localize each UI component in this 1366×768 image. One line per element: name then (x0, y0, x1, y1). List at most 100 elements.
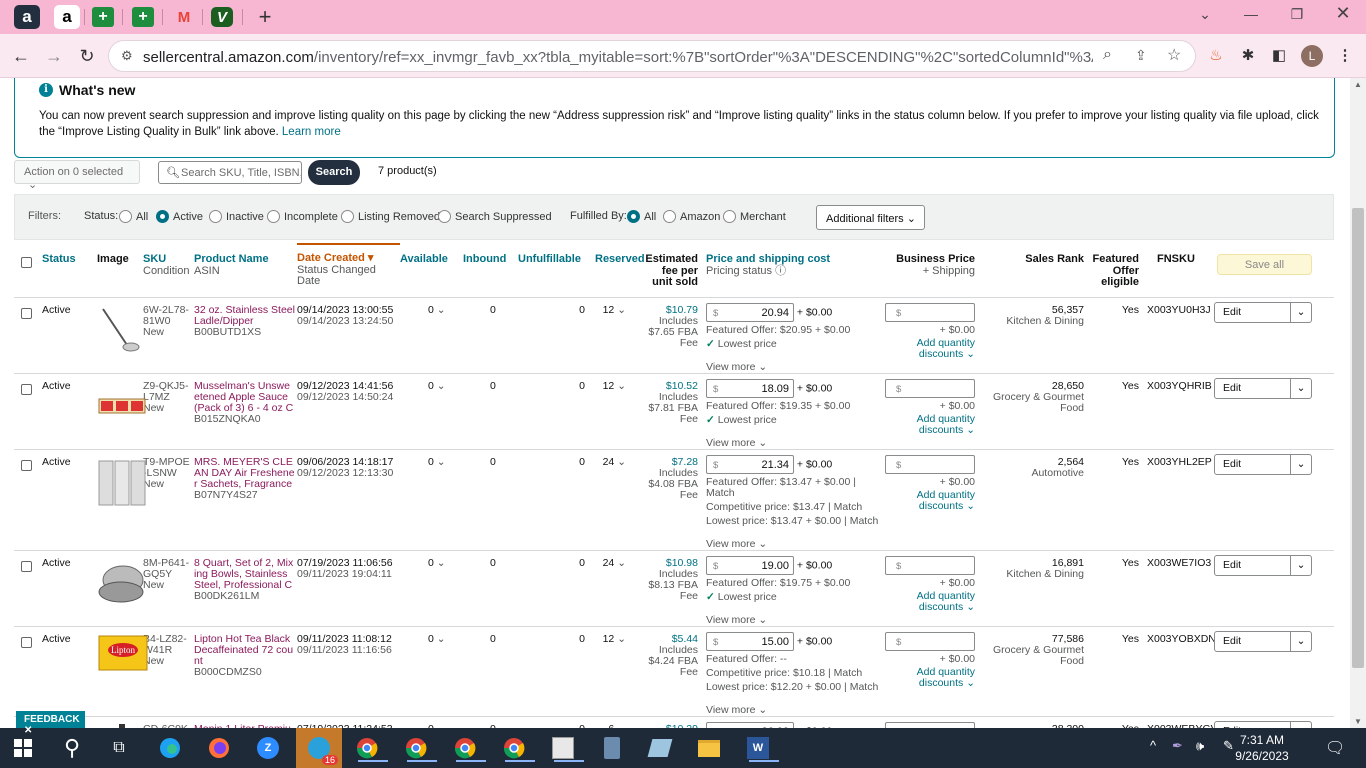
add-quantity-discounts-link[interactable]: Add quantity discounts ⌄ (881, 590, 975, 613)
chevron-down-icon[interactable]: ⌄ (437, 380, 446, 392)
telegram-icon[interactable]: 16 (296, 728, 342, 768)
close-icon[interactable]: ✕ (24, 725, 32, 736)
fulfilled-option-merchant[interactable]: Merchant (723, 210, 786, 223)
price-header[interactable]: Price and shipping cost Pricing status ⓘ (702, 244, 881, 297)
row-checkbox[interactable] (21, 636, 32, 648)
date-created-header[interactable]: Date Created ▾ Status Changed Date (297, 243, 400, 297)
status-option-search-suppressed[interactable]: Search Suppressed (438, 210, 552, 223)
save-all-button[interactable]: Save all (1217, 254, 1312, 275)
chrome-icon[interactable] (352, 734, 388, 762)
chevron-down-icon[interactable]: ⌄ (617, 380, 626, 392)
windows-start-icon[interactable] (8, 734, 38, 762)
fee-value[interactable]: $7.28 (640, 456, 698, 468)
chevron-down-icon[interactable]: ⌄ (437, 633, 446, 645)
status-option-all[interactable]: All (119, 210, 148, 223)
calculator-icon[interactable] (597, 734, 627, 762)
status-option-inactive[interactable]: Inactive (209, 210, 264, 223)
chrome-icon[interactable] (499, 734, 535, 762)
status-option-listing-removed[interactable]: Listing Removed (341, 210, 440, 223)
restore-icon[interactable]: ❐ (1282, 6, 1312, 26)
chevron-down-icon[interactable]: ⌄ (437, 456, 446, 468)
search-button[interactable]: Search (308, 160, 360, 185)
page-scrollbar[interactable]: ▲ ▼ (1350, 78, 1366, 728)
edit-button[interactable]: Edit (1215, 302, 1291, 322)
taskbar-clock[interactable]: 7:31 AM 9/26/2023 (1222, 732, 1302, 764)
feedback-button[interactable]: FEEDBACK ✕ (16, 711, 85, 736)
learn-more-link[interactable]: Learn more (282, 126, 341, 138)
air-freshener-image[interactable] (97, 457, 149, 507)
available-value[interactable]: 0 (428, 456, 434, 468)
view-more-link[interactable]: View more ⌄ (706, 704, 881, 716)
share-icon[interactable]: ⇪ (1135, 47, 1147, 64)
zoom-search-icon[interactable]: ⌕ (1103, 46, 1112, 64)
row-checkbox[interactable] (21, 459, 32, 471)
business-price-input[interactable]: $ (885, 555, 975, 575)
row-checkbox[interactable] (21, 383, 32, 395)
chevron-down-icon[interactable]: ⌄ (1291, 455, 1311, 474)
business-price-input[interactable]: $ (885, 631, 975, 651)
bulk-action-dropdown[interactable]: Action on 0 selected ⌄ (14, 160, 140, 191)
close-window-icon[interactable]: ✕ (1328, 3, 1358, 23)
search-input[interactable]: 🔍︎Search SKU, Title, ISBN, ASIN (158, 161, 302, 184)
price-input[interactable]: $20.94 (706, 302, 794, 322)
word-icon[interactable]: W (743, 734, 779, 762)
chevron-down-icon[interactable]: ⌄ (617, 304, 626, 316)
chevron-down-icon[interactable]: ⌄ (1291, 303, 1311, 322)
chevron-down-icon[interactable]: ⌄ (617, 557, 626, 569)
mixing-bowls-image[interactable] (97, 558, 149, 608)
tab-sheets-2[interactable]: + (132, 7, 154, 27)
available-value[interactable]: 0 (428, 557, 434, 569)
fee-value[interactable]: $10.79 (640, 304, 698, 316)
tab-amazon-1[interactable]: a (14, 5, 40, 29)
business-price-input[interactable]: $ (885, 302, 975, 322)
scroll-up-icon[interactable]: ▲ (1354, 80, 1362, 89)
scroll-down-icon[interactable]: ▼ (1354, 717, 1362, 726)
chevron-down-icon[interactable]: ⌄ (617, 633, 626, 645)
product-name-link[interactable]: 32 oz. Stainless Steel Ladle/Dipper (194, 305, 297, 327)
product-name-link[interactable]: Musselman's Unsweetened Apple Sauce (Pac… (194, 381, 297, 414)
extensions-puzzle-icon[interactable]: ✱ (1237, 45, 1259, 67)
price-input[interactable]: $19.00 (706, 555, 794, 575)
bookmark-star-icon[interactable]: ☆ (1167, 45, 1181, 65)
add-quantity-discounts-link[interactable]: Add quantity discounts ⌄ (881, 666, 975, 689)
select-all-checkbox[interactable] (21, 257, 32, 268)
minimize-icon[interactable]: — (1236, 6, 1266, 26)
fee-value[interactable]: $10.98 (640, 557, 698, 569)
tab-gmail[interactable]: M (171, 5, 197, 29)
available-value[interactable]: 0 (428, 633, 434, 645)
sales-rank-header[interactable]: Sales Rank (975, 244, 1088, 297)
sku-header[interactable]: SKU Condition (143, 244, 194, 297)
edit-button[interactable]: Edit (1215, 378, 1291, 398)
fulfilled-option-all[interactable]: All (627, 210, 656, 223)
available-header[interactable]: Available (400, 244, 455, 297)
chevron-down-icon[interactable]: ⌄ (437, 557, 446, 569)
address-bar[interactable]: ⚙ sellercentral.amazon.com/inventory/ref… (108, 40, 1196, 72)
product-name-link[interactable]: MRS. MEYER'S CLEAN DAY Air Freshener Sac… (194, 457, 297, 490)
new-tab-button[interactable]: + (252, 4, 278, 30)
add-quantity-discounts-link[interactable]: Add quantity discounts ⌄ (881, 337, 975, 360)
apple-sauce-image[interactable] (97, 381, 149, 431)
edit-button[interactable]: Edit (1215, 555, 1291, 575)
reserved-value[interactable]: 24 (603, 557, 615, 569)
edit-button[interactable]: Edit (1215, 631, 1291, 651)
fee-value[interactable]: $10.52 (640, 380, 698, 392)
add-quantity-discounts-link[interactable]: Add quantity discounts ⌄ (881, 413, 975, 436)
tab-sheets-1[interactable]: + (92, 7, 114, 27)
edge-icon[interactable] (155, 734, 185, 762)
tab-amazon-2[interactable]: a (54, 5, 80, 29)
unfulfillable-header[interactable]: Unfulfillable (513, 244, 589, 297)
notifications-icon[interactable]: 🗨 (1325, 738, 1345, 758)
price-input[interactable]: $15.00 (706, 631, 794, 651)
back-arrow-icon[interactable]: ← (9, 44, 33, 68)
view-more-link[interactable]: View more ⌄ (706, 538, 881, 550)
chevron-down-icon[interactable]: ⌄ (437, 304, 446, 316)
ladle-image[interactable] (97, 305, 149, 355)
add-quantity-discounts-link[interactable]: Add quantity discounts ⌄ (881, 489, 975, 512)
view-more-link[interactable]: View more ⌄ (706, 361, 881, 373)
image-app-icon[interactable] (548, 734, 584, 762)
reserved-value[interactable]: 12 (603, 304, 615, 316)
forward-arrow-icon[interactable]: → (42, 44, 66, 68)
fee-value[interactable]: $5.44 (640, 633, 698, 645)
business-price-input[interactable]: $ (885, 378, 975, 398)
file-explorer-icon[interactable] (694, 734, 724, 762)
